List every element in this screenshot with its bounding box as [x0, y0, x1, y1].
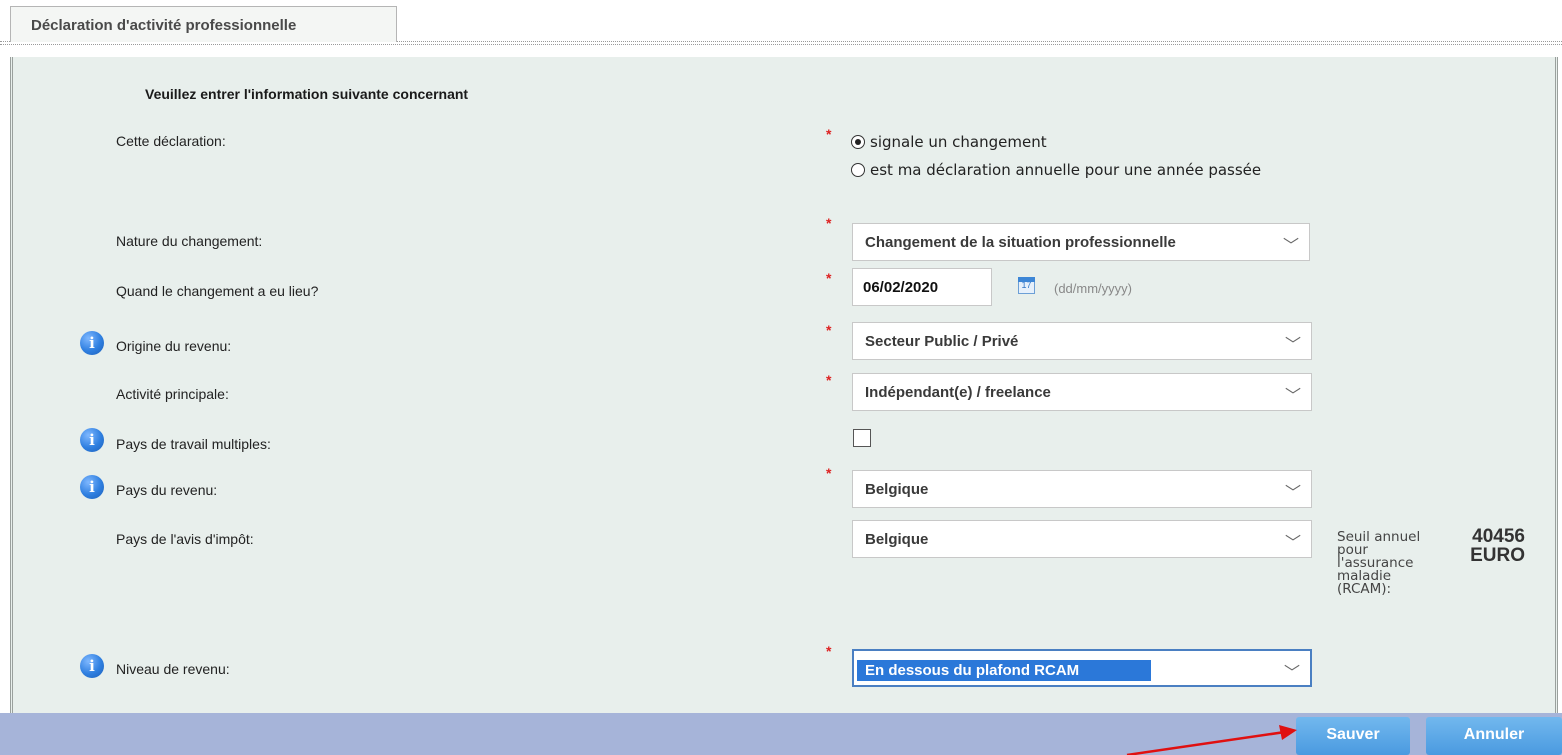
activite-select[interactable]: Indépendant(e) / freelance ﹀ — [852, 373, 1312, 411]
radio-label: est ma déclaration annuelle pour une ann… — [870, 161, 1262, 179]
tab-label: Déclaration d'activité professionnelle — [31, 17, 297, 34]
multiples-checkbox[interactable] — [853, 429, 871, 447]
pays-impot-select[interactable]: Belgique ﹀ — [852, 520, 1312, 558]
required-mark: * — [826, 215, 832, 231]
pays-impot-value: Belgique — [865, 531, 929, 548]
seuil-currency: EURO — [1470, 545, 1525, 566]
chevron-down-icon: ﹀ — [1284, 337, 1301, 354]
required-mark: * — [826, 643, 832, 659]
origine-value: Secteur Public / Privé — [865, 333, 1019, 350]
chevron-down-icon: ﹀ — [1283, 665, 1300, 682]
pays-revenu-select[interactable]: Belgique ﹀ — [852, 470, 1312, 508]
pays-impot-label: Pays de l'avis d'impôt: — [116, 531, 254, 547]
form-panel — [10, 57, 1558, 713]
multiples-label: Pays de travail multiples: — [116, 436, 271, 452]
seuil-amount: 40456 EURO — [1445, 527, 1525, 565]
date-label: Quand le changement a eu lieu? — [116, 283, 319, 299]
seuil-amount-value: 40456 — [1472, 526, 1525, 547]
origine-label: Origine du revenu: — [116, 338, 232, 354]
radio-label: signale un changement — [870, 133, 1047, 151]
chevron-down-icon: ﹀ — [1284, 485, 1301, 502]
niveau-select[interactable]: En dessous du plafond RCAM ﹀ — [852, 649, 1312, 687]
activite-value: Indépendant(e) / freelance — [865, 384, 1051, 401]
chevron-down-icon: ﹀ — [1284, 388, 1301, 405]
radio-declaration-annuelle[interactable]: est ma déclaration annuelle pour une ann… — [851, 161, 1261, 179]
pays-revenu-value: Belgique — [865, 481, 929, 498]
tab-declaration[interactable]: Déclaration d'activité professionnelle — [10, 6, 397, 42]
radio-button[interactable] — [851, 135, 865, 149]
date-format-hint: (dd/mm/yyyy) — [1054, 281, 1132, 296]
radio-button[interactable] — [851, 163, 865, 177]
activite-label: Activité principale: — [116, 386, 229, 402]
info-icon[interactable]: i — [80, 654, 104, 678]
seuil-label: Seuil annuel pour l'assurance maladie (R… — [1337, 529, 1421, 597]
info-icon[interactable]: i — [80, 475, 104, 499]
nature-label: Nature du changement: — [116, 233, 263, 249]
radio-signale-changement[interactable]: signale un changement — [851, 133, 1047, 151]
nature-select[interactable]: Changement de la situation professionnel… — [852, 223, 1310, 261]
clipped-text-top — [0, 0, 1562, 4]
info-icon[interactable]: i — [80, 331, 104, 355]
calendar-icon[interactable]: 17 — [1018, 277, 1035, 294]
required-mark: * — [826, 465, 832, 481]
origine-select[interactable]: Secteur Public / Privé ﹀ — [852, 322, 1312, 360]
required-mark: * — [826, 270, 832, 286]
date-input[interactable]: 06/02/2020 — [852, 268, 992, 306]
niveau-label: Niveau de revenu: — [116, 661, 230, 677]
required-mark: * — [826, 322, 832, 338]
form-intro: Veuillez entrer l'information suivante c… — [145, 86, 469, 102]
pays-revenu-label: Pays du revenu: — [116, 482, 218, 498]
niveau-value: En dessous du plafond RCAM — [857, 660, 1151, 681]
chevron-down-icon: ﹀ — [1282, 238, 1299, 255]
nature-value: Changement de la situation professionnel… — [865, 234, 1176, 251]
chevron-down-icon: ﹀ — [1284, 535, 1301, 552]
info-icon[interactable]: i — [80, 428, 104, 452]
required-mark: * — [826, 372, 832, 388]
save-button[interactable]: Sauver — [1296, 717, 1410, 755]
cancel-button[interactable]: Annuler — [1426, 717, 1562, 755]
required-mark: * — [826, 126, 832, 142]
declaration-label: Cette déclaration: — [116, 133, 226, 149]
